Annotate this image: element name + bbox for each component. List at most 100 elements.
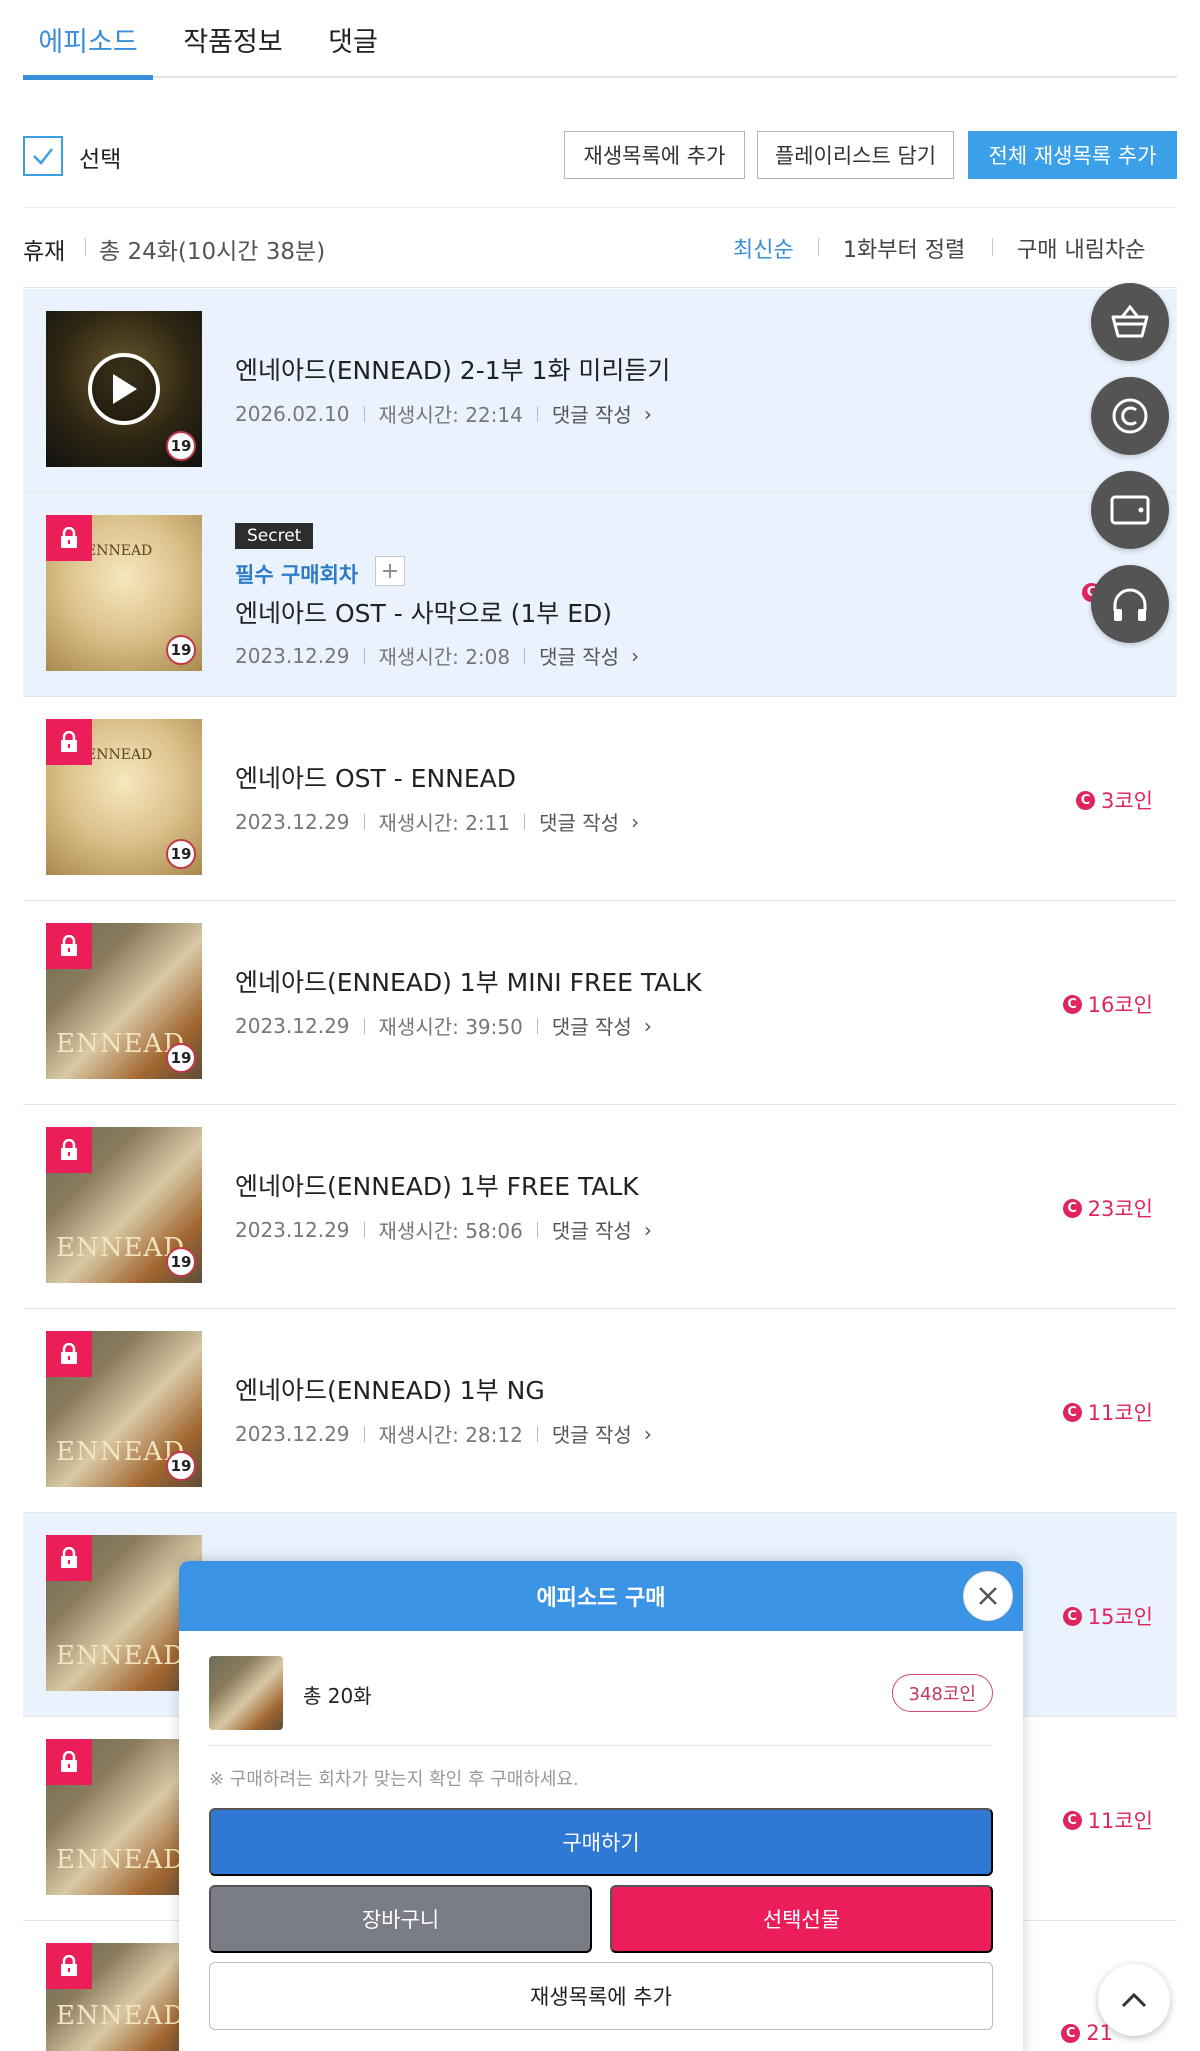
episode-meta: 2023.12.29 재생시간: 39:50 댓글 작성 › [235, 1011, 652, 1040]
episode-price: C 16코인 [1062, 989, 1153, 1019]
episode-row[interactable]: ENNEAD 19 엔네아드 OST - ENNEAD 2023.12.29 재… [23, 697, 1177, 901]
chevron-right-icon: › [643, 401, 652, 426]
episode-price: C 23코인 [1062, 1193, 1153, 1223]
age-19-badge: 19 [166, 1043, 196, 1073]
headphones-icon [1113, 588, 1147, 621]
sort-latest[interactable]: 최신순 [733, 232, 794, 264]
episode-row[interactable]: ENNEAD 19 엔네아드(ENNEAD) 1부 FREE TALK 2023… [23, 1105, 1177, 1309]
lock-icon [46, 1943, 92, 1989]
thumbnail-art-text: ENNEAD [56, 1641, 186, 1671]
buy-button[interactable]: 구매하기 [209, 1808, 993, 1876]
episode-title: 엔네아드(ENNEAD) 2-1부 1화 미리듣기 [235, 356, 671, 385]
series-thumbnail [209, 1656, 283, 1730]
episode-price: C 21 [1061, 2021, 1113, 2045]
episode-thumbnail: ENNEAD 19 [46, 923, 202, 1079]
episode-date: 2026.02.10 [235, 401, 350, 426]
device-button[interactable] [1091, 471, 1169, 549]
write-comment-link[interactable]: 댓글 작성 [539, 807, 619, 836]
sort-first[interactable]: 1화부터 정렬 [843, 232, 965, 264]
thumbnail-art-text: ENNEAD [86, 747, 153, 763]
episode-row[interactable]: ENNEAD 19 엔네아드(ENNEAD) 1부 MINI FREE TALK… [23, 901, 1177, 1105]
add-all-playback-button[interactable]: 전체 재생목록 추가 [968, 131, 1177, 179]
total-episodes: 총 24화(10시간 38분) [99, 239, 326, 265]
episode-row[interactable]: 19 엔네아드(ENNEAD) 2-1부 1화 미리듣기 2026.02.10 … [23, 289, 1177, 493]
player-button[interactable] [1091, 565, 1169, 643]
add-to-playlist-button[interactable]: 플레이리스트 담기 [757, 131, 954, 179]
add-to-playback-button[interactable]: 재생목록에 추가 [564, 131, 745, 179]
episode-meta: 2023.12.29 재생시간: 58:06 댓글 작성 › [235, 1215, 652, 1244]
episode-price: C 11코인 [1062, 1805, 1153, 1835]
close-icon [979, 1587, 997, 1605]
price-label: 15코인 [1087, 1605, 1153, 1629]
tab-comments[interactable]: 댓글 [313, 0, 393, 78]
tab-work-info[interactable]: 작품정보 [153, 0, 313, 78]
episode-duration: 재생시간: 2:08 [378, 645, 511, 669]
basket-button[interactable] [1091, 283, 1169, 361]
chevron-right-icon: › [631, 809, 640, 834]
gift-button[interactable]: 선택선물 [610, 1885, 993, 1953]
coin-total-badge: 348코인 [891, 1674, 993, 1712]
episode-price: C 15코인 [1062, 1601, 1153, 1631]
lock-icon [46, 1331, 92, 1377]
modal-title: 에피소드 구매 [179, 1561, 1023, 1631]
play-icon[interactable] [88, 353, 160, 425]
thumbnail-art-text: ENNEAD [56, 1845, 186, 1875]
thumbnail-art-text: ENNEAD [56, 2001, 186, 2031]
episode-meta: 2023.12.29 재생시간: 28:12 댓글 작성 › [235, 1419, 652, 1448]
chevron-right-icon: › [643, 1421, 652, 1446]
episode-title: 엔네아드(ENNEAD) 1부 FREE TALK [235, 1172, 639, 1201]
select-label: 선택 [79, 147, 122, 173]
cart-button[interactable]: 장바구니 [209, 1885, 592, 1953]
tablet-icon [1110, 495, 1150, 525]
episode-row[interactable]: ENNEAD 19 Secret 필수 구매회차 + 엔네아드 OST - 사막… [23, 493, 1177, 697]
chevron-up-icon [1121, 1992, 1147, 2008]
episode-date: 2023.12.29 [235, 1013, 350, 1038]
sort-bar: 휴재 총 24화(10시간 38분) 최신순 1화부터 정렬 구매 내림차순 [23, 208, 1177, 288]
episode-title: 엔네아드 OST - ENNEAD [235, 764, 517, 793]
episode-price: C 11코인 [1062, 1397, 1153, 1427]
price-label: 3코인 [1100, 789, 1153, 813]
chevron-right-icon: › [631, 643, 640, 668]
status-label: 휴재 [23, 239, 66, 265]
coin-icon: C [1062, 1402, 1082, 1422]
age-19-badge: 19 [166, 839, 196, 869]
coin-icon: C [1075, 790, 1095, 810]
write-comment-link[interactable]: 댓글 작성 [552, 1011, 632, 1040]
write-comment-link[interactable]: 댓글 작성 [552, 399, 632, 428]
episode-title: 엔네아드(ENNEAD) 1부 MINI FREE TALK [235, 968, 702, 997]
write-comment-link[interactable]: 댓글 작성 [539, 641, 619, 670]
write-comment-link[interactable]: 댓글 작성 [552, 1419, 632, 1448]
select-all-checkbox[interactable] [23, 136, 63, 176]
price-label: 23코인 [1087, 1197, 1153, 1221]
lock-icon [46, 719, 92, 765]
close-button[interactable] [963, 1571, 1013, 1621]
tab-episodes[interactable]: 에피소드 [23, 0, 153, 80]
check-icon [33, 148, 53, 165]
divider [992, 238, 993, 256]
purchase-summary: 총 20화 348코인 [209, 1656, 993, 1746]
episode-row[interactable]: ENNEAD 19 엔네아드(ENNEAD) 1부 NG 2023.12.29 … [23, 1309, 1177, 1513]
episode-duration: 재생시간: 39:50 [378, 1015, 523, 1039]
coin-icon: C [1062, 1198, 1082, 1218]
age-19-badge: 19 [166, 635, 196, 665]
scroll-top-button[interactable] [1098, 1964, 1170, 2036]
episode-thumbnail: ENNEAD 19 [46, 1127, 202, 1283]
episode-title: 엔네아드 OST - 사막으로 (1부 ED) [235, 599, 613, 628]
add-to-playback-button[interactable]: 재생목록에 추가 [209, 1962, 993, 2030]
plus-icon[interactable]: + [375, 556, 405, 586]
divider [818, 238, 819, 256]
age-19-badge: 19 [166, 1451, 196, 1481]
purchase-note: ※ 구매하려는 회차가 맞는지 확인 후 구매하세요. [209, 1769, 579, 1790]
coin-charge-button[interactable] [1091, 377, 1169, 455]
sort-purchase-desc[interactable]: 구매 내림차순 [1017, 232, 1145, 264]
lock-icon [46, 923, 92, 969]
episode-duration: 재생시간: 2:11 [378, 811, 511, 835]
episode-price: C 3코인 [1075, 785, 1153, 815]
episode-thumbnail: ENNEAD 19 [46, 1331, 202, 1487]
age-19-badge: 19 [166, 431, 196, 461]
episode-duration: 재생시간: 22:14 [378, 403, 523, 427]
chevron-right-icon: › [643, 1217, 652, 1242]
must-buy-label: 필수 구매회차 [235, 563, 359, 587]
write-comment-link[interactable]: 댓글 작성 [552, 1215, 632, 1244]
price-label: 11코인 [1087, 1809, 1153, 1833]
